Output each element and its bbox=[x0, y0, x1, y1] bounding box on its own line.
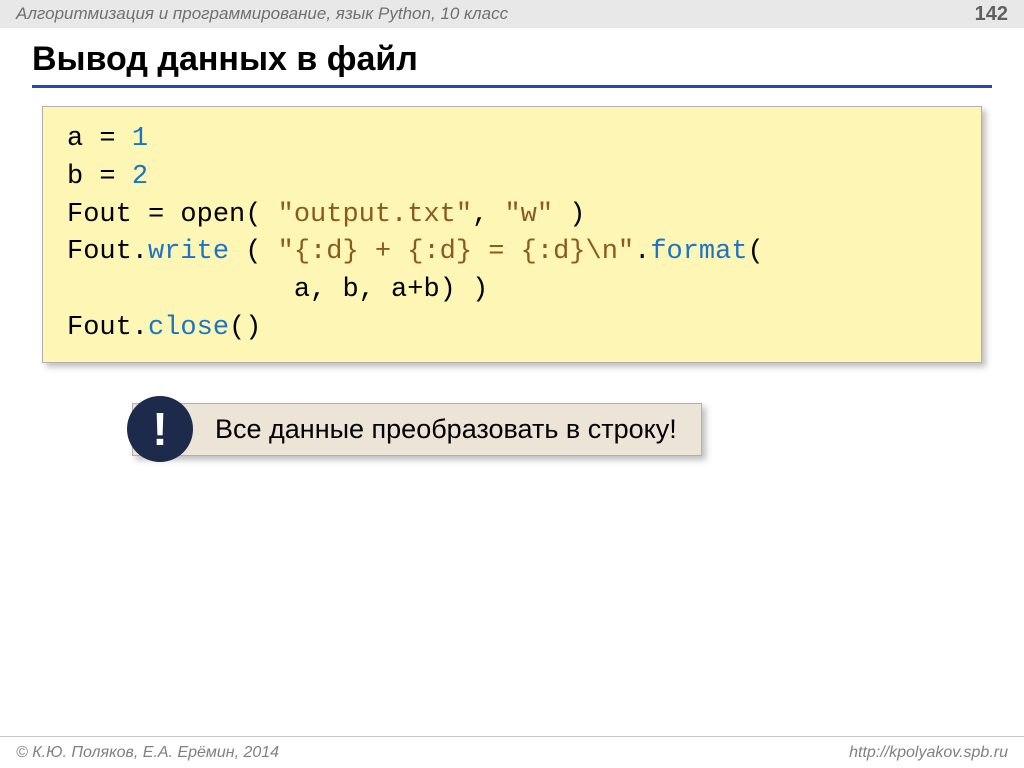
code-line-4: Fout.write ( "{:d} + {:d} = {:d}\n".form… bbox=[67, 237, 764, 267]
slide-title: Вывод данных в файл bbox=[32, 40, 992, 88]
course-label: Алгоритмизация и программирование, язык … bbox=[16, 4, 508, 24]
page-number: 142 bbox=[975, 3, 1008, 26]
code-line-5: a, b, a+b) ) bbox=[67, 275, 488, 305]
code-line-1: a = 1 bbox=[67, 124, 148, 154]
note-callout: ! Все данные преобразовать в строку! bbox=[132, 403, 702, 456]
callout-text: Все данные преобразовать в строку! bbox=[215, 414, 677, 444]
footer-bar: © К.Ю. Поляков, Е.А. Ерёмин, 2014 http:/… bbox=[0, 736, 1024, 768]
footer-url: http://kpolyakov.spb.ru bbox=[849, 744, 1008, 762]
exclamation-icon: ! bbox=[127, 396, 193, 462]
code-line-6: Fout.close() bbox=[67, 313, 261, 343]
header-bar: Алгоритмизация и программирование, язык … bbox=[0, 0, 1024, 28]
code-line-2: b = 2 bbox=[67, 162, 148, 192]
code-block: a = 1 b = 2 Fout = open( "output.txt", "… bbox=[42, 106, 982, 363]
slide-content: Вывод данных в файл a = 1 b = 2 Fout = o… bbox=[0, 28, 1024, 456]
copyright-label: © К.Ю. Поляков, Е.А. Ерёмин, 2014 bbox=[16, 744, 279, 762]
callout-container: ! Все данные преобразовать в строку! bbox=[132, 403, 992, 456]
code-line-3: Fout = open( "output.txt", "w" ) bbox=[67, 200, 586, 230]
